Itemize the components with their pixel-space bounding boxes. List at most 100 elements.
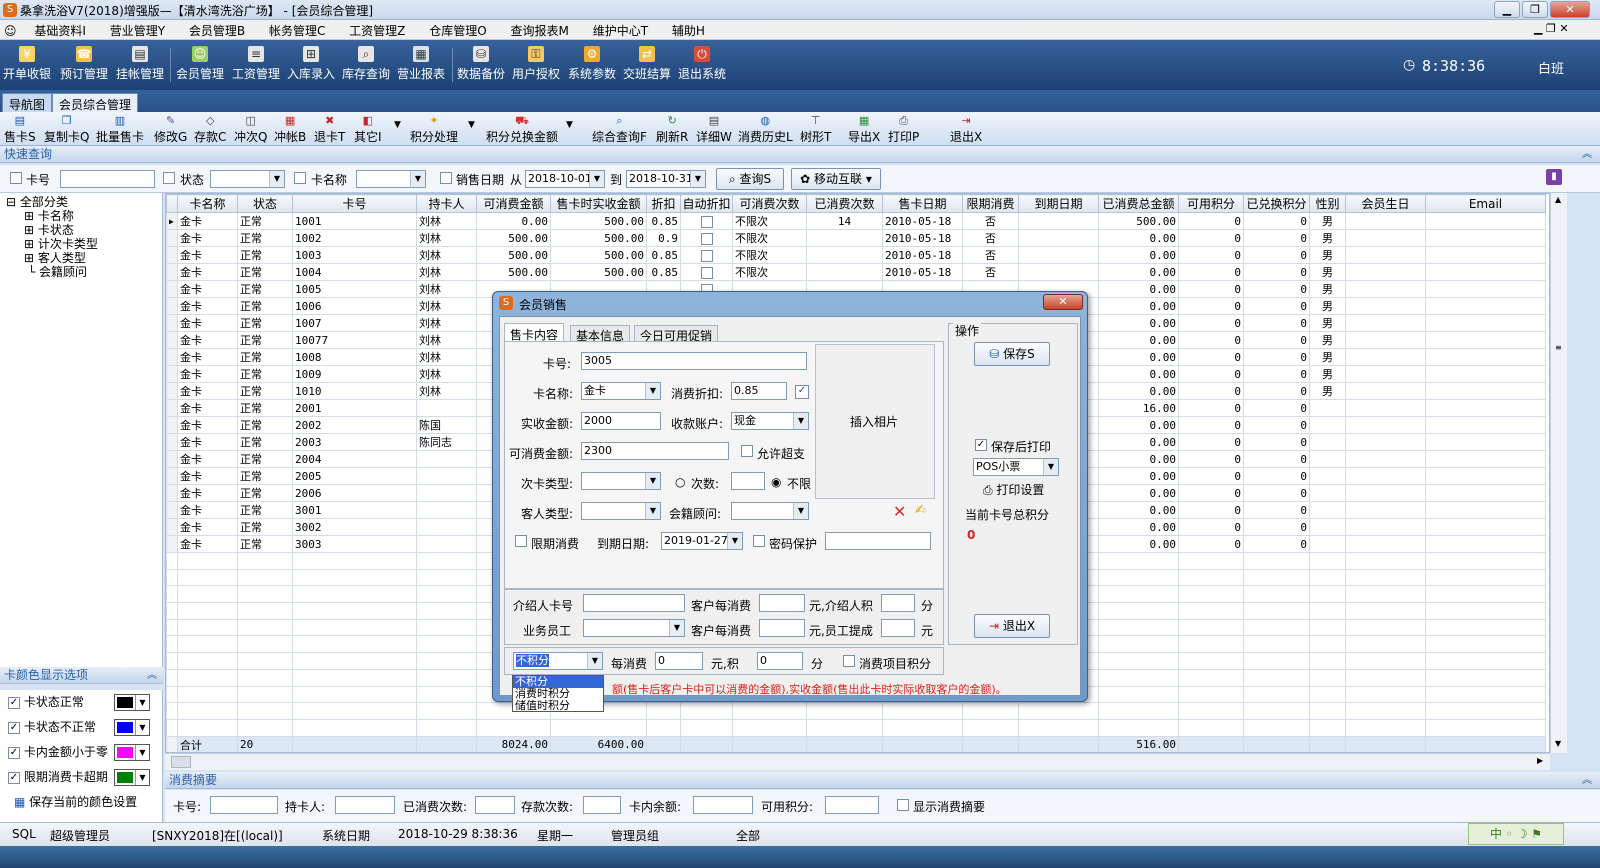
negative-color-picker[interactable]: ▼ (114, 744, 150, 761)
table-row[interactable]: ▶ 金卡 正常 1001 刘林 0.00 500.00 0.85 不限次 14 2010-05-18… (166, 212, 1546, 230)
referrer-input[interactable] (583, 594, 685, 612)
column-header[interactable]: 折扣 (646, 194, 681, 213)
advisor-select[interactable]: ▼ (731, 502, 809, 520)
exit-dialog-button[interactable]: ⇥ 退出X (974, 614, 1050, 638)
shift-settle-button[interactable]: ⇄ 交班结算 (621, 46, 673, 86)
horizontal-scrollbar[interactable]: ▶ (165, 753, 1550, 770)
collapse-icon[interactable]: ︽ (1582, 146, 1592, 163)
show-summary-checkbox[interactable] (897, 799, 909, 811)
normal-checkbox[interactable]: ✓ (8, 696, 20, 709)
exchange-dropdown-icon[interactable]: ▼ (566, 120, 573, 130)
from-date-input[interactable]: 2018-10-01 ▼ (525, 170, 605, 188)
points-button[interactable]: ✦ 积分处理 (410, 114, 458, 145)
times-input[interactable] (731, 472, 765, 490)
refund-card-button[interactable]: ✖ 退卡T (314, 114, 345, 145)
abnormal-color-picker[interactable]: ▼ (114, 719, 150, 736)
column-header[interactable]: 持卡人 (416, 194, 477, 213)
password-input[interactable] (825, 532, 931, 550)
close-window-button[interactable]: ✕ (1550, 1, 1590, 18)
menu-salary[interactable]: 工资管理Z (339, 20, 415, 41)
staff-spend-input[interactable] (759, 619, 805, 637)
tree-item-guest-type[interactable]: ⊞ 客人类型 (0, 251, 162, 265)
mobile-button[interactable]: ✿ 移动互联 ▾ (791, 168, 881, 190)
account-select[interactable]: 现金 ▼ (731, 412, 809, 430)
tree-item-advisor[interactable]: └ 会籍顾问 (0, 265, 162, 279)
points-earn-input[interactable]: 0 (757, 652, 803, 670)
column-header[interactable]: 售卡时实收金额 (550, 194, 647, 213)
column-header[interactable]: 状态 (237, 194, 293, 213)
auto-discount-checkbox[interactable] (700, 266, 713, 279)
times-radio[interactable]: ○ (675, 475, 685, 489)
collapse-icon[interactable]: ︽ (1582, 772, 1592, 789)
refresh-button[interactable]: ↻ 刷新R (656, 114, 688, 145)
tree-item-card-name[interactable]: ⊞ 卡名称 (0, 209, 162, 223)
checkout-button[interactable]: ¥ 开单收银 (2, 46, 52, 86)
column-header[interactable]: 可消费次数 (732, 194, 807, 213)
offset-account-button[interactable]: ▦ 冲帐B (274, 114, 306, 145)
member-button[interactable]: ☺ 会员管理 (174, 46, 226, 86)
paid-input[interactable]: 2000 (581, 412, 661, 430)
column-header[interactable]: 会员生日 (1345, 194, 1426, 213)
expire-date-input[interactable]: 2019-01-27 ▼ (661, 532, 743, 550)
save-colors-button[interactable]: ▦ 保存当前的颜色设置 (0, 790, 162, 815)
detail-button[interactable]: ▤ 详细W (696, 114, 732, 145)
tab-sale-content[interactable]: 售卡内容 (504, 323, 565, 342)
offset-times-button[interactable]: ◫ 冲次Q (234, 114, 267, 145)
discount-input[interactable]: 0.85 (731, 382, 787, 400)
expired-color-picker[interactable]: ▼ (114, 769, 150, 786)
auto-discount-checkbox[interactable] (700, 249, 713, 262)
column-header[interactable]: 可消费金额 (476, 194, 551, 213)
auto-discount-checkbox[interactable] (700, 232, 713, 245)
referrer-points-input[interactable] (881, 594, 915, 612)
normal-color-picker[interactable]: ▼ (114, 694, 150, 711)
times-type-select[interactable]: ▼ (581, 472, 661, 490)
sale-date-checkbox[interactable] (440, 172, 452, 184)
table-row[interactable]: 金卡 正常 1002 刘林 500.00 500.00 0.9 不限次 2010-05-18 否 0… (166, 229, 1546, 247)
points-spend-input[interactable]: 0 (655, 652, 703, 670)
column-header[interactable]: Email (1425, 194, 1546, 213)
menu-account[interactable]: 帐务管理C (259, 20, 335, 41)
inventory-button[interactable]: ⌕ 库存查询 (340, 46, 392, 86)
tree-view-button[interactable]: ⊤ 树形T (800, 114, 831, 145)
system-params-button[interactable]: ⚙ 系统参数 (566, 46, 618, 86)
column-header[interactable]: 到期日期 (1018, 194, 1099, 213)
tab-navigation[interactable]: 导航图 (2, 93, 53, 112)
column-header[interactable]: 已消费总金额 (1098, 194, 1179, 213)
column-header[interactable]: 自动折扣 (680, 194, 733, 213)
print-button[interactable]: ⎙ 打印P (888, 114, 919, 145)
tree-item-card-state[interactable]: ⊞ 卡状态 (0, 223, 162, 237)
copy-card-button[interactable]: ❐ 复制卡Q (44, 114, 89, 145)
menu-member[interactable]: 会员管理B (179, 20, 255, 41)
general-query-button[interactable]: ⌕ 综合查询F (592, 114, 647, 145)
print-after-save-checkbox[interactable]: ✓ (975, 439, 987, 451)
print-setup-button[interactable]: ⎙ 打印设置 (983, 481, 1044, 498)
deposit-button[interactable]: ◇ 存款C (194, 114, 226, 145)
tree-root[interactable]: ⊟ 全部分类 (0, 193, 162, 209)
staff-select[interactable]: ▼ (583, 619, 685, 637)
overdraw-checkbox[interactable] (741, 445, 753, 457)
user-auth-button[interactable]: ⚿ 用户授权 (510, 46, 562, 86)
credit-button[interactable]: ▤ 挂帐管理 (114, 46, 166, 86)
card-name-checkbox[interactable] (294, 172, 306, 184)
to-date-input[interactable]: 2018-10-31 ▼ (626, 170, 706, 188)
points-mode-select[interactable]: 不积分 ▼ (513, 652, 603, 670)
history-button[interactable]: ◍ 消费历史L (738, 114, 793, 145)
unlimited-radio[interactable]: ◉ (771, 475, 781, 489)
query-button[interactable]: ⌕ 查询S (716, 168, 784, 190)
stock-in-button[interactable]: ⊞ 入库录入 (285, 46, 337, 86)
table-row[interactable]: 金卡 正常 1004 刘林 500.00 500.00 0.85 不限次 2010-05-18 否… (166, 263, 1546, 281)
points-exchange-button[interactable]: ⛟ 积分兑换金额 (486, 114, 558, 145)
password-checkbox[interactable] (753, 535, 765, 547)
delete-photo-icon[interactable]: ✕ (893, 502, 906, 521)
printer-select[interactable]: POS小票 ▼ (973, 458, 1059, 476)
item-points-checkbox[interactable] (843, 655, 855, 667)
points-option[interactable]: 储值时积分 (513, 700, 603, 712)
points-dropdown-icon[interactable]: ▼ (468, 120, 475, 130)
limit-checkbox[interactable] (515, 535, 527, 547)
book-icon[interactable]: ▮ (1546, 169, 1562, 185)
staff-commission-input[interactable] (881, 619, 915, 637)
column-header[interactable]: 已消费次数 (806, 194, 883, 213)
exit-button[interactable]: ⇥ 退出X (950, 114, 982, 145)
ime-indicator[interactable]: 中 ◦ ☽ ⚑ (1468, 823, 1564, 845)
dialog-close-button[interactable]: ✕ (1043, 294, 1083, 310)
